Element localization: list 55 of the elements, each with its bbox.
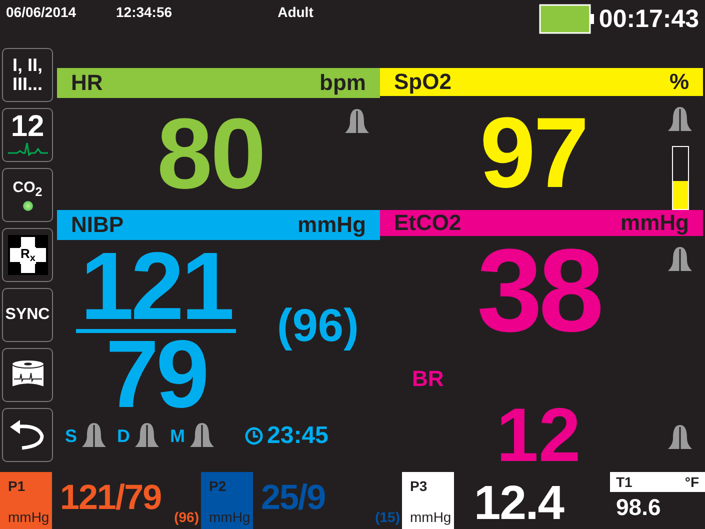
bell-icon <box>667 246 693 274</box>
bell-icon <box>189 422 216 450</box>
clock-time: 12:34:56 <box>116 4 172 20</box>
mode-label: M <box>170 426 186 446</box>
unit-label: % <box>669 69 689 95</box>
pressure-value: 12.4 <box>473 476 564 529</box>
twelve-lead-button[interactable]: 12 <box>2 108 53 162</box>
channel-name: P3 <box>410 478 428 494</box>
unit-label: mmHg <box>410 509 452 525</box>
unit-label: mmHg <box>8 509 50 525</box>
mode-label: D <box>117 426 130 446</box>
unit-label: mmHg <box>209 509 252 525</box>
unit-label: mmHg <box>620 210 689 236</box>
breath-rate-label: BR <box>411 366 445 392</box>
mode-label: S <box>65 426 78 446</box>
bell-icon <box>667 106 693 134</box>
print-button[interactable] <box>2 348 53 402</box>
battery-icon <box>538 4 595 34</box>
bell-icon <box>344 108 370 136</box>
patient-mode: Adult <box>278 4 314 20</box>
channel-name: P1 <box>8 478 26 494</box>
date-text: 06/06/2014 <box>6 4 78 20</box>
unit-label: °F <box>684 474 699 490</box>
mean-pressure: (15) <box>375 509 401 527</box>
sync-button[interactable]: SYNC <box>2 288 53 342</box>
interval-time: 23:45 <box>267 422 328 450</box>
rx-button[interactable]: R$_{x}$ <box>2 228 53 282</box>
parameter-label: NIBP <box>71 212 124 238</box>
pressure-value: 25/9 <box>260 477 326 519</box>
unit-label: mmHg <box>298 212 366 238</box>
channel-name: P2 <box>209 478 228 494</box>
ecg-wave-icon <box>6 142 48 156</box>
spo2-value: 97 <box>478 99 588 207</box>
heart-rate-value: 80 <box>156 100 266 208</box>
diastolic-value: 79 <box>106 333 206 417</box>
co2-button[interactable]: CO$_{2}$ <box>2 168 53 222</box>
unit-label: bpm <box>320 70 366 96</box>
parameter-label: SpO2 <box>394 69 452 95</box>
etco2-value: 38 <box>476 236 602 351</box>
bell-icon <box>134 422 160 450</box>
systolic-value: 121 <box>80 245 232 329</box>
bell-icon <box>81 422 108 450</box>
channel-name: T1 <box>616 474 632 490</box>
back-button[interactable] <box>2 408 53 462</box>
bell-icon <box>667 424 693 452</box>
pressure-value: 121/79 <box>59 477 162 519</box>
elapsed-time: 00:17:43 <box>598 4 699 34</box>
breath-rate-value: 12 <box>495 400 582 472</box>
parameter-label: EtCO2 <box>394 210 462 236</box>
clock-icon <box>245 427 264 445</box>
mean-pressure: (96) <box>174 509 200 527</box>
leads-button[interactable]: I, II, III... <box>2 48 53 102</box>
temperature-value: 98.6 <box>615 493 662 522</box>
mean-pressure: (96) <box>277 298 359 352</box>
parameter-label: HR <box>71 70 103 96</box>
